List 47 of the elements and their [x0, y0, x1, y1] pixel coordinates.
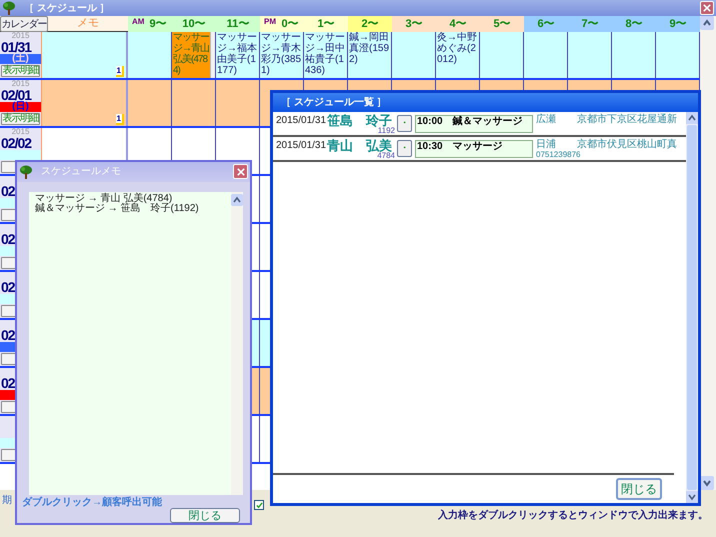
date-label: 02 — [1, 184, 15, 198]
time-label: 8〜 — [625, 16, 643, 32]
customer-number: 4784 — [377, 152, 395, 160]
dialog-title: ［ スケジュール一覧 ］ — [281, 96, 387, 110]
time-label: 9〜 — [669, 16, 687, 32]
time-label: 10〜 — [182, 16, 206, 32]
weekday-label: (土) — [12, 54, 29, 64]
hint-text: 入力枠をダブルクリックするとウィンドウで入力出来ます。 — [438, 508, 708, 523]
time-label: 4〜 — [449, 16, 467, 32]
time-label: 3〜 — [405, 16, 423, 32]
date-label: 02/02 — [1, 136, 32, 150]
time-label: 7〜 — [581, 16, 599, 32]
date-label: 02 — [1, 328, 15, 342]
footer-label: 期 — [2, 494, 12, 508]
time-label: 2〜 — [361, 16, 379, 32]
weekday-label: (日) — [12, 102, 29, 112]
date-label: 01/31 — [1, 40, 32, 54]
year-label: 2015 — [12, 80, 30, 88]
memo-count-badge: 1 — [116, 66, 124, 77]
date-label: 02 — [1, 280, 15, 294]
staff-name: 広瀬 — [536, 114, 557, 125]
time-label: 9〜 — [149, 16, 167, 32]
customer-name: 青山 弘美 — [326, 139, 392, 152]
column-header: メモ — [77, 16, 99, 32]
address-text: 京都市下京区花屋通新 — [577, 114, 677, 125]
time-label: 0〜 — [281, 16, 299, 32]
memo-count-badge: 1 — [116, 114, 124, 125]
date-label: 02 — [1, 376, 15, 390]
staff-name: 日浦 — [536, 139, 557, 150]
hint-text: ダブルクリック→顧客呼出可能 — [22, 497, 163, 508]
date-label: 02/01 — [1, 88, 32, 102]
time-label: 6〜 — [537, 16, 555, 32]
window-title: ［ スケジュール ］ — [24, 2, 110, 16]
date-text: 2015/01/31 — [275, 139, 325, 153]
year-label: 2015 — [12, 32, 30, 40]
time-label: 1〜 — [317, 16, 335, 32]
year-label: 2015 — [12, 128, 30, 136]
dialog-title: スケジュールメモ — [41, 165, 121, 180]
time-label: 11〜 — [226, 16, 250, 32]
period-label: AM — [132, 16, 144, 28]
time-label: 5〜 — [493, 16, 511, 32]
customer-name: 笹島 玲子 — [326, 114, 392, 127]
date-label: 02 — [1, 232, 15, 246]
address-text: 京都市伏見区桃山町真 — [577, 139, 677, 150]
period-label: PM — [264, 16, 276, 28]
customer-number: 1192 — [378, 127, 395, 135]
date-text: 2015/01/31 — [275, 114, 325, 128]
